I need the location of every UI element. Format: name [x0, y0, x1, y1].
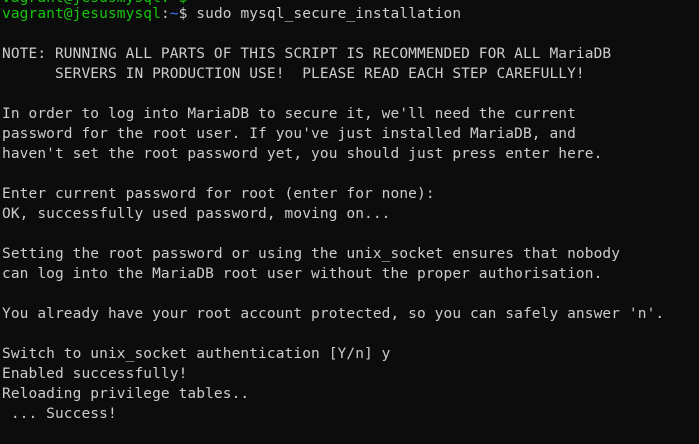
output-line: Reloading privilege tables.. — [2, 386, 250, 402]
output-line: NOTE: RUNNING ALL PARTS OF THIS SCRIPT I… — [2, 46, 612, 62]
output-line: Switch to unix_socket authentication [Y/… — [2, 346, 391, 362]
output-line: haven't set the root password yet, you s… — [2, 146, 603, 162]
output-line: OK, successfully used password, moving o… — [2, 206, 391, 222]
prompt-separator: : — [160, 6, 170, 22]
output-line: can log into the MariaDB root user witho… — [2, 266, 603, 282]
output-line: ... Success! — [2, 406, 117, 422]
prompt-user-host: vagrant@jesusmysql — [2, 6, 161, 22]
output-line: password for the root user. If you've ju… — [2, 126, 576, 142]
prompt-path: ~ — [169, 6, 179, 22]
prompt-command: sudo mysql_secure_installation — [196, 6, 462, 22]
output-line: Setting the root password or using the u… — [2, 246, 621, 262]
terminal-window[interactable]: vagrant@jesusmysql:~$ vagrant@jesusmysql… — [0, 0, 699, 444]
output-line: SERVERS IN PRODUCTION USE! PLEASE READ E… — [2, 66, 585, 82]
output-line: You already have your root account prote… — [2, 306, 665, 322]
command-prompt-line: vagrant@jesusmysql:~$ sudo mysql_secure_… — [2, 4, 461, 24]
output-line: In order to log into MariaDB to secure i… — [2, 106, 576, 122]
prompt-symbol: $ — [178, 6, 197, 22]
output-line: Enter current password for root (enter f… — [2, 186, 435, 202]
output-line: Enabled successfully! — [2, 366, 188, 382]
